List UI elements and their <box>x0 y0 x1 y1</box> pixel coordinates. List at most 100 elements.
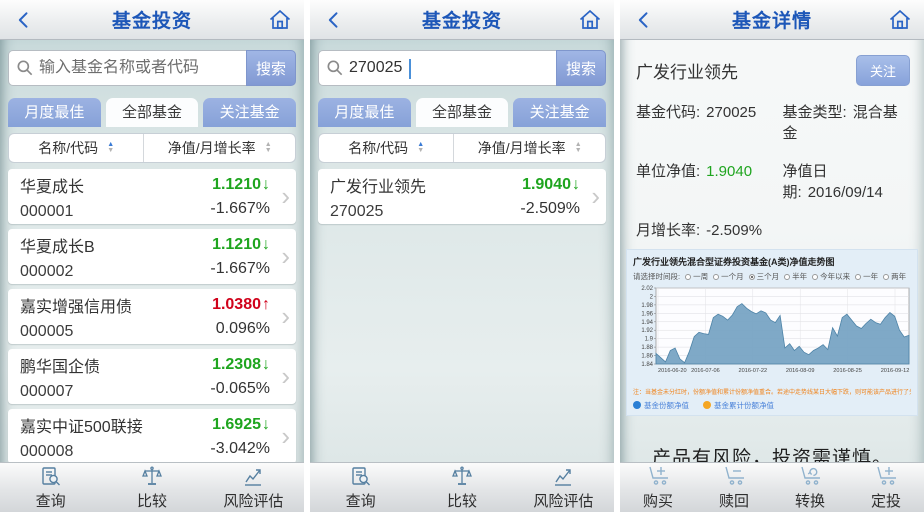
svg-text:2016-08-25: 2016-08-25 <box>833 368 862 374</box>
back-button[interactable] <box>10 6 38 34</box>
search-input[interactable] <box>35 59 246 77</box>
svg-text:1.96: 1.96 <box>641 311 653 317</box>
bottom-nav: 购买 赎回 转换 定投 <box>620 462 924 512</box>
fund-list-item[interactable]: 嘉实中证500联接000008 1.6925↓-3.042% › <box>8 409 296 464</box>
nav-item-risk-assessment[interactable]: 风险评估 <box>203 465 304 511</box>
tab-monthly-best[interactable]: 月度最佳 <box>318 98 411 127</box>
home-icon <box>268 8 292 32</box>
fund-list-item[interactable]: 华夏成长000001 1.1210↓-1.667% › <box>8 169 296 224</box>
tab-watched-funds[interactable]: 关注基金 <box>513 98 606 127</box>
home-button[interactable] <box>576 6 604 34</box>
page-title: 基金详情 <box>620 6 924 33</box>
sort-header: 名称/代码 ▲▼ 净值/月增长率 ▲▼ <box>8 133 296 163</box>
sort-by-nav-growth[interactable]: 净值/月增长率 ▲▼ <box>144 134 295 162</box>
search-bar: 搜索 <box>318 50 606 86</box>
radio-icon <box>713 274 719 280</box>
chevron-right-icon: › <box>281 362 290 388</box>
nav-item-query[interactable]: 查询 <box>0 465 101 511</box>
fund-nav-value: 1.0380↑ <box>212 296 270 314</box>
legend-dot-blue-icon <box>633 401 641 409</box>
back-chevron-icon <box>634 10 654 30</box>
nav-item-redeem[interactable]: 赎回 <box>696 465 772 511</box>
search-icon <box>325 58 345 78</box>
back-chevron-icon <box>14 10 34 30</box>
sort-header: 名称/代码 ▲▼ 净值/月增长率 ▲▼ <box>318 133 606 163</box>
sort-arrows-icon: ▲▼ <box>107 142 114 154</box>
nav-item-regular-invest[interactable]: 定投 <box>848 465 924 511</box>
fund-code: 270025 <box>330 203 520 221</box>
nav-item-buy[interactable]: 购买 <box>620 465 696 511</box>
nav-item-compare[interactable]: 比较 <box>101 465 202 511</box>
sort-label: 净值/月增长率 <box>168 138 256 158</box>
tab-all-funds[interactable]: 全部基金 <box>106 98 199 127</box>
trend-arrow-icon: ↓ <box>572 176 580 193</box>
field-fund-type: 基金类型:混合基金 <box>783 101 910 143</box>
period-radio[interactable]: 两年 <box>883 272 906 281</box>
chevron-right-icon: › <box>281 182 290 208</box>
text-cursor <box>409 59 411 79</box>
svg-text:1.94: 1.94 <box>641 320 653 326</box>
fund-list-item[interactable]: 嘉实增强信用债000005 1.0380↑0.096% › <box>8 289 296 344</box>
tab-monthly-best[interactable]: 月度最佳 <box>8 98 101 127</box>
sort-by-name-code[interactable]: 名称/代码 ▲▼ <box>9 134 144 162</box>
legend-item: 基金份额净值 <box>633 400 689 411</box>
fund-nav-value: 1.1210↓ <box>210 236 270 254</box>
radio-icon <box>883 274 889 280</box>
period-radio[interactable]: 一周 <box>685 272 708 281</box>
fund-monthly-change: 0.096% <box>212 320 270 338</box>
risk-chart-icon <box>551 465 575 489</box>
cart-minus-icon <box>721 465 747 489</box>
query-doc-search-icon <box>349 465 373 489</box>
nav-label: 风险评估 <box>223 490 283 511</box>
three-screen-collage: 基金投资 搜索 月度最佳 全部基金 关注基金 名称/代码 ▲▼ <box>0 0 924 512</box>
sort-label: 名称/代码 <box>38 138 98 158</box>
fund-list-item[interactable]: 广发行业领先270025 1.9040↓-2.509% › <box>318 169 606 224</box>
period-selector: 请选择时间段:一周一个月三个月半年今年以来一年两年成立以来 <box>633 271 911 282</box>
nav-label: 定投 <box>871 490 901 511</box>
fund-name: 华夏成长 <box>20 173 210 197</box>
nav-item-compare[interactable]: 比较 <box>411 465 512 511</box>
sort-by-nav-growth[interactable]: 净值/月增长率 ▲▼ <box>454 134 605 162</box>
nav-item-risk-assessment[interactable]: 风险评估 <box>513 465 614 511</box>
screen-search-result: 基金投资 搜索 月度最佳 全部基金 关注基金 名称/代码 ▲▼ <box>310 0 614 512</box>
nav-label: 购买 <box>643 490 673 511</box>
fund-code: 000005 <box>20 323 212 341</box>
search-button[interactable]: 搜索 <box>246 50 296 86</box>
tab-all-funds[interactable]: 全部基金 <box>416 98 509 127</box>
svg-text:2016-07-06: 2016-07-06 <box>691 368 720 374</box>
svg-text:1.92: 1.92 <box>641 328 653 334</box>
period-radio[interactable]: 今年以来 <box>812 272 850 281</box>
fund-list-item[interactable]: 鹏华国企债000007 1.2308↓-0.065% › <box>8 349 296 404</box>
follow-button[interactable]: 关注 <box>856 55 910 86</box>
nav-item-convert[interactable]: 转换 <box>772 465 848 511</box>
sort-by-name-code[interactable]: 名称/代码 ▲▼ <box>319 134 454 162</box>
search-input[interactable] <box>345 59 556 77</box>
back-button[interactable] <box>320 6 348 34</box>
svg-text:2016-09-12: 2016-09-12 <box>881 368 910 374</box>
period-radio[interactable]: 一年 <box>855 272 878 281</box>
home-button[interactable] <box>886 6 914 34</box>
search-button[interactable]: 搜索 <box>556 50 606 86</box>
search-bar: 搜索 <box>8 50 296 86</box>
trend-arrow-icon: ↑ <box>262 296 270 313</box>
fund-list-item[interactable]: 华夏成长B000002 1.1210↓-1.667% › <box>8 229 296 284</box>
fund-monthly-change: -1.667% <box>210 260 270 278</box>
period-radio[interactable]: 半年 <box>784 272 807 281</box>
fund-name: 嘉实增强信用债 <box>20 293 212 317</box>
sort-arrows-icon: ▲▼ <box>417 142 424 154</box>
legend-dot-orange-icon <box>703 401 711 409</box>
period-radio[interactable]: 三个月 <box>749 272 780 281</box>
chart-legend: 基金份额净值 基金累计份额净值 <box>633 400 911 411</box>
svg-text:1.98: 1.98 <box>641 303 653 309</box>
period-radio[interactable]: 一个月 <box>713 272 744 281</box>
tab-watched-funds[interactable]: 关注基金 <box>203 98 296 127</box>
fund-tabs: 月度最佳 全部基金 关注基金 <box>8 98 296 127</box>
nav-item-query[interactable]: 查询 <box>310 465 411 511</box>
nav-trend-chart-panel: 广发行业领先混合型证券投资基金(A类)净值走势图 请选择时间段:一周一个月三个月… <box>626 249 918 416</box>
field-unit-nav: 单位净值:1.9040 <box>636 160 783 202</box>
back-button[interactable] <box>630 6 658 34</box>
home-button[interactable] <box>266 6 294 34</box>
screen-fund-search-list: 基金投资 搜索 月度最佳 全部基金 关注基金 名称/代码 ▲▼ <box>0 0 304 512</box>
cart-plus-icon <box>645 465 671 489</box>
nav-label: 查询 <box>36 490 66 511</box>
